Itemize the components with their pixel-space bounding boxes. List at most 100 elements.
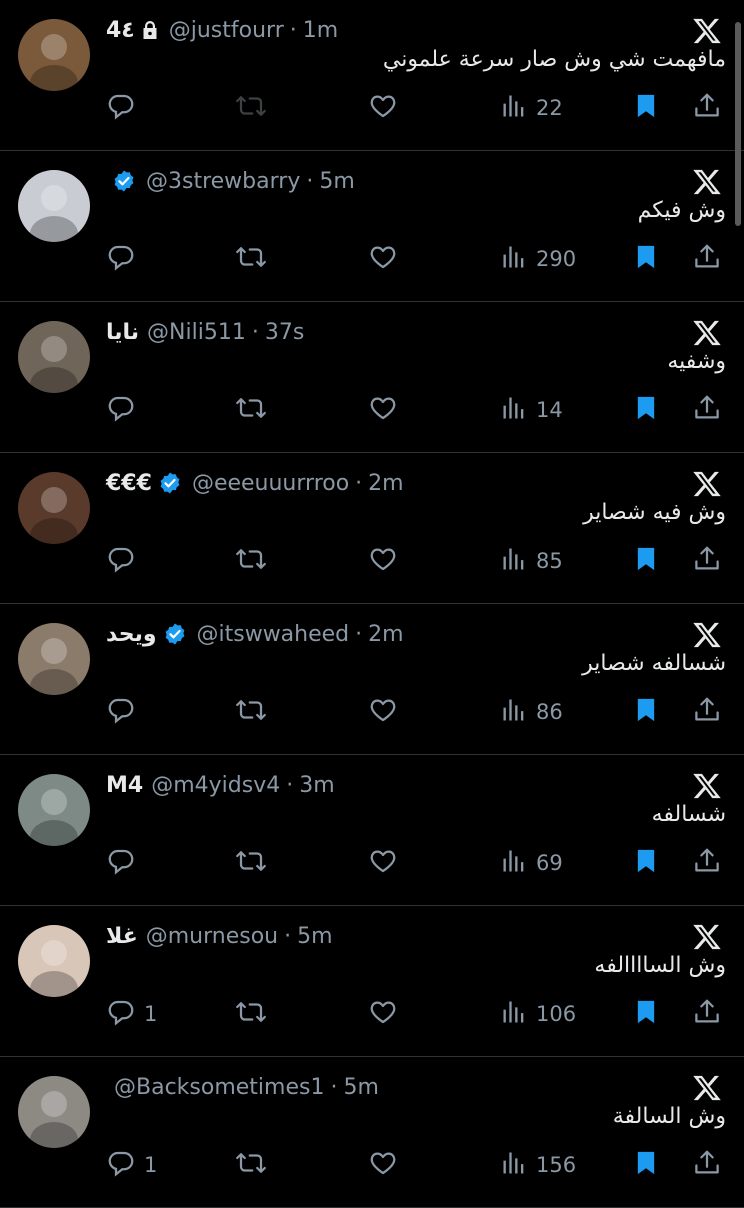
- avatar[interactable]: [18, 623, 90, 695]
- retweet-button[interactable]: [234, 1147, 268, 1183]
- avatar[interactable]: [18, 19, 90, 91]
- share-icon: [692, 695, 722, 730]
- share-button[interactable]: [692, 845, 722, 881]
- tweet-row[interactable]: @Backsometimes1 · 5m وش السالفة 1 156: [0, 1057, 744, 1208]
- separator-dot: ·: [306, 168, 314, 194]
- user-handle[interactable]: @Backsometimes1: [114, 1075, 324, 1100]
- views-button[interactable]: 290: [500, 241, 576, 277]
- share-button[interactable]: [692, 543, 722, 579]
- user-handle[interactable]: @itswwaheed: [197, 622, 350, 647]
- user-handle[interactable]: @justfourr: [169, 18, 284, 43]
- bookmark-button[interactable]: [632, 1147, 660, 1183]
- tweet-row[interactable]: نايا @Nili511 · 37s وشفيه 14: [0, 302, 744, 453]
- reply-button[interactable]: 1: [106, 996, 157, 1032]
- reply-button[interactable]: 1: [106, 1147, 157, 1183]
- reply-count: 1: [144, 1002, 158, 1026]
- timestamp[interactable]: 5m: [343, 1075, 378, 1100]
- timestamp[interactable]: 5m: [297, 924, 332, 949]
- views-count: 86: [536, 700, 563, 724]
- bookmark-icon: [632, 91, 660, 126]
- display-name[interactable]: نايا: [106, 320, 139, 345]
- tweet-row[interactable]: ويحد @itswwaheed · 2m شسالفه شصاير 86: [0, 604, 744, 755]
- retweet-icon: [234, 846, 268, 881]
- tweet-text: وش السالفة: [612, 1104, 726, 1129]
- views-button[interactable]: 156: [500, 1147, 576, 1183]
- share-button[interactable]: [692, 1147, 722, 1183]
- reply-button[interactable]: [106, 392, 144, 428]
- like-button[interactable]: [368, 241, 398, 277]
- timestamp[interactable]: 1m: [303, 18, 338, 43]
- verified-badge-icon: [112, 169, 136, 193]
- user-handle[interactable]: @m4yidsv4: [151, 773, 280, 798]
- scrollbar[interactable]: [735, 22, 741, 226]
- display-name[interactable]: 4٤: [106, 18, 135, 43]
- like-button[interactable]: [368, 90, 398, 126]
- bookmark-button[interactable]: [632, 694, 660, 730]
- timestamp[interactable]: 5m: [319, 169, 354, 194]
- avatar[interactable]: [18, 925, 90, 997]
- timestamp[interactable]: 2m: [368, 622, 403, 647]
- timestamp[interactable]: 2m: [368, 471, 403, 496]
- share-button[interactable]: [692, 241, 722, 277]
- like-button[interactable]: [368, 694, 398, 730]
- views-button[interactable]: 106: [500, 996, 576, 1032]
- retweet-button[interactable]: [234, 392, 268, 428]
- like-button[interactable]: [368, 1147, 398, 1183]
- share-button[interactable]: [692, 392, 722, 428]
- bookmark-button[interactable]: [632, 392, 660, 428]
- user-handle[interactable]: @3strewbarry: [146, 169, 300, 194]
- display-name[interactable]: €€€: [106, 471, 152, 496]
- tweet-row[interactable]: M4 @m4yidsv4 · 3m شسالفه 69: [0, 755, 744, 906]
- like-button[interactable]: [368, 996, 398, 1032]
- share-button[interactable]: [692, 996, 722, 1032]
- retweet-button[interactable]: [234, 694, 268, 730]
- avatar[interactable]: [18, 321, 90, 393]
- views-button[interactable]: 22: [500, 90, 563, 126]
- views-button[interactable]: 14: [500, 392, 563, 428]
- avatar[interactable]: [18, 170, 90, 242]
- reply-button[interactable]: [106, 694, 144, 730]
- separator-dot: ·: [355, 621, 363, 647]
- bookmark-button[interactable]: [632, 241, 660, 277]
- like-icon: [368, 695, 398, 730]
- retweet-button[interactable]: [234, 90, 268, 126]
- avatar[interactable]: [18, 472, 90, 544]
- views-button[interactable]: 86: [500, 694, 563, 730]
- tweet-actions: 1 106: [106, 996, 726, 1036]
- retweet-icon: [234, 393, 268, 428]
- tweet-row[interactable]: €€€ @eeeuuurrroo · 2m وش فيه شصاير 85: [0, 453, 744, 604]
- retweet-button[interactable]: [234, 543, 268, 579]
- tweet-row[interactable]: @3strewbarry · 5m وش فيكم 290: [0, 151, 744, 302]
- timestamp[interactable]: 3m: [299, 773, 334, 798]
- reply-button[interactable]: [106, 90, 144, 126]
- timestamp[interactable]: 37s: [265, 320, 304, 345]
- avatar[interactable]: [18, 1076, 90, 1148]
- views-button[interactable]: 69: [500, 845, 563, 881]
- user-handle[interactable]: @eeeuuurrroo: [192, 471, 349, 496]
- display-name[interactable]: ويحد: [106, 622, 157, 647]
- like-button[interactable]: [368, 392, 398, 428]
- like-button[interactable]: [368, 543, 398, 579]
- retweet-icon: [234, 997, 268, 1032]
- display-name[interactable]: M4: [106, 773, 143, 798]
- retweet-button[interactable]: [234, 845, 268, 881]
- retweet-button[interactable]: [234, 241, 268, 277]
- reply-button[interactable]: [106, 543, 144, 579]
- share-button[interactable]: [692, 90, 722, 126]
- views-button[interactable]: 85: [500, 543, 563, 579]
- reply-button[interactable]: [106, 845, 144, 881]
- like-button[interactable]: [368, 845, 398, 881]
- tweet-row[interactable]: 4٤ @justfourr · 1m مافهمت شي وش صار سرعة…: [0, 0, 744, 151]
- bookmark-button[interactable]: [632, 90, 660, 126]
- display-name[interactable]: غلا: [106, 924, 138, 949]
- share-button[interactable]: [692, 694, 722, 730]
- retweet-button[interactable]: [234, 996, 268, 1032]
- user-handle[interactable]: @Nili511: [147, 320, 246, 345]
- bookmark-button[interactable]: [632, 543, 660, 579]
- user-handle[interactable]: @murnesou: [146, 924, 278, 949]
- bookmark-button[interactable]: [632, 845, 660, 881]
- bookmark-button[interactable]: [632, 996, 660, 1032]
- tweet-row[interactable]: غلا @murnesou · 5m وش الساااالفه 1 106: [0, 906, 744, 1057]
- avatar[interactable]: [18, 774, 90, 846]
- reply-button[interactable]: [106, 241, 144, 277]
